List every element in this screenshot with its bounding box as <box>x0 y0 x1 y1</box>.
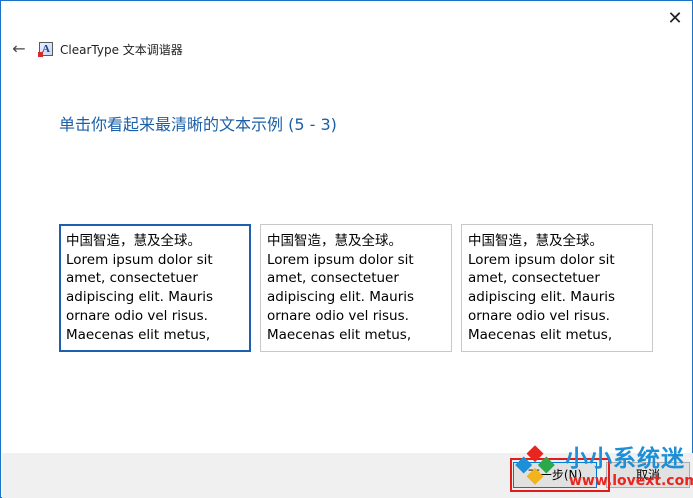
sample-line: 中国智造，慧及全球。 <box>66 233 201 249</box>
sample-line: amet, consectetuer <box>267 270 399 287</box>
instruction-heading: 单击你看起来最清晰的文本示例 (5 - 3) <box>59 115 337 134</box>
sample-line: Lorem ipsum dolor sit <box>267 251 414 268</box>
sample-line: adipiscing elit. Mauris <box>468 289 616 306</box>
cleartype-window: ✕ ← A ClearType 文本调谐器 单击你看起来最清晰的文本示例 (5 … <box>0 0 693 498</box>
sample-line: adipiscing elit. Mauris <box>66 289 214 306</box>
sample-line: ornare odio vel risus. <box>267 307 409 324</box>
sample-line: 中国智造，慧及全球。 <box>267 233 402 249</box>
sample-line: Maecenas elit metus, <box>267 326 412 343</box>
sample-line: Maecenas elit metus, <box>66 326 211 343</box>
sample-line: 中国智造，慧及全球。 <box>468 233 603 249</box>
sample-line: adipiscing elit. Mauris <box>267 289 415 306</box>
sample-line: Lorem ipsum dolor sit <box>66 251 213 268</box>
text-sample-2[interactable]: 中国智造，慧及全球。 Lorem ipsum dolor sit amet, c… <box>260 224 452 352</box>
sample-line: ornare odio vel risus. <box>468 307 610 324</box>
watermark-title: 小小系统迷 <box>565 446 685 472</box>
sample-line: Lorem ipsum dolor sit <box>468 251 615 268</box>
watermark-url: www.lovext.com <box>569 473 693 489</box>
text-sample-3[interactable]: 中国智造，慧及全球。 Lorem ipsum dolor sit amet, c… <box>461 224 653 352</box>
watermark: 小小系统迷 www.lovext.com <box>513 439 693 495</box>
cleartype-app-icon: A <box>38 42 53 57</box>
sample-line: ornare odio vel risus. <box>66 307 208 324</box>
sample-line: amet, consectetuer <box>468 270 600 287</box>
sample-line: amet, consectetuer <box>66 270 198 287</box>
text-sample-1[interactable]: 中国智造，慧及全球。 Lorem ipsum dolor sit amet, c… <box>59 224 251 352</box>
sample-line: Maecenas elit metus, <box>468 326 613 343</box>
close-icon[interactable]: ✕ <box>663 7 687 31</box>
windows-logo-icon <box>515 445 555 485</box>
back-arrow-icon[interactable]: ← <box>9 39 29 59</box>
window-title: ClearType 文本调谐器 <box>60 43 183 57</box>
